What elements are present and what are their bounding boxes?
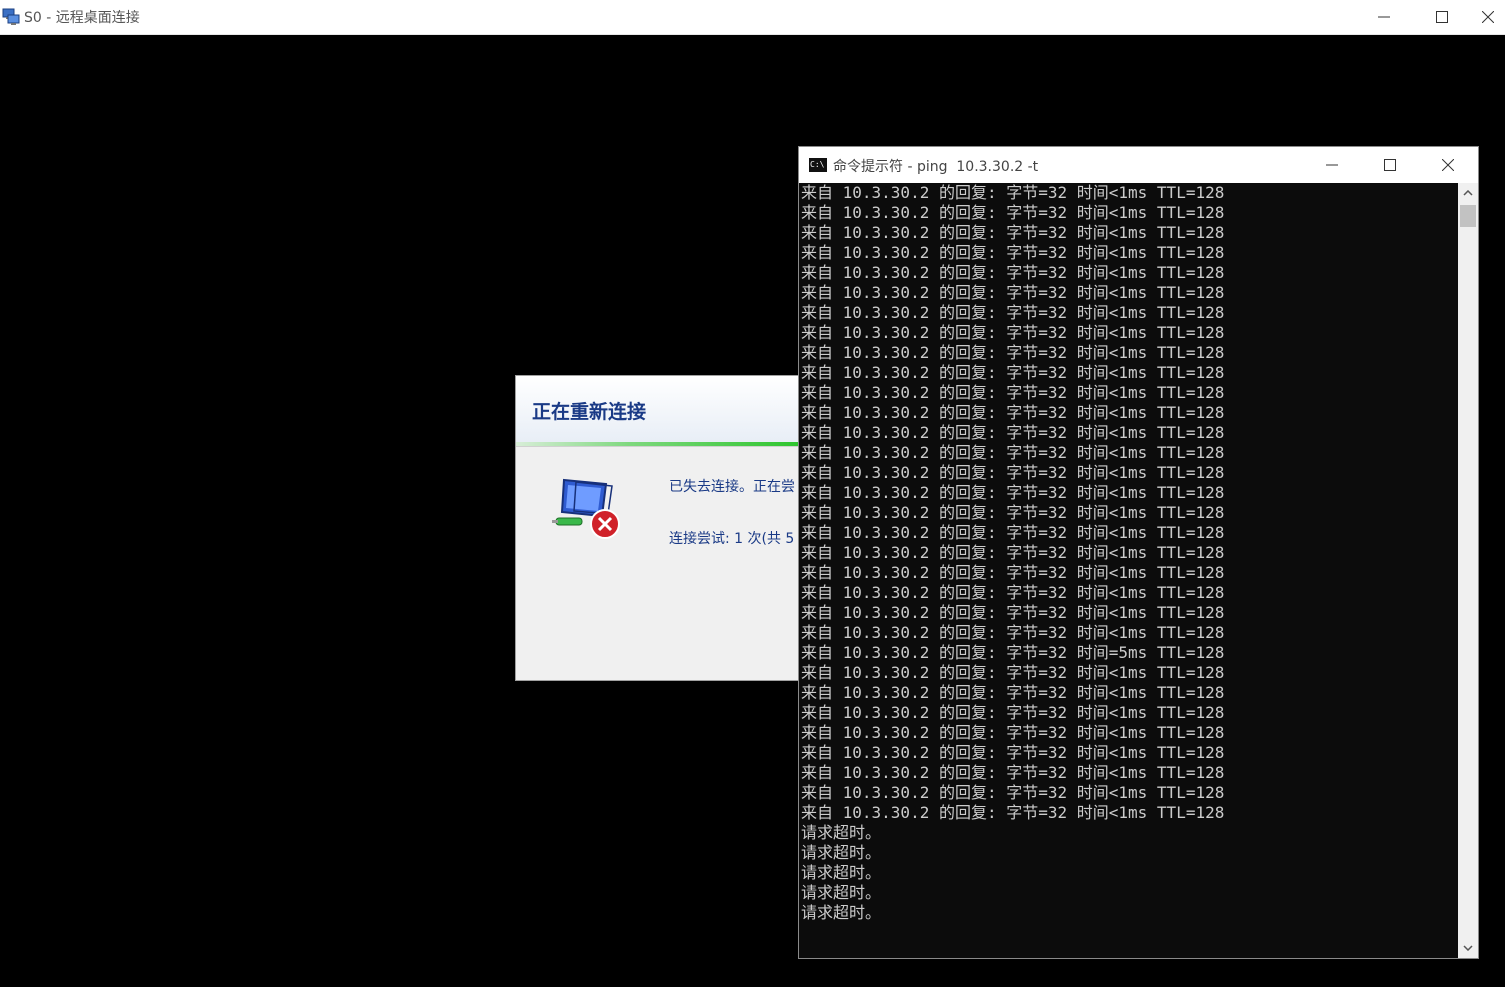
console-line: 来自 10.3.30.2 的回复: 字节=32 时间<1ms TTL=128: [801, 363, 1225, 382]
chevron-up-icon: [1463, 190, 1473, 196]
console-line: 来自 10.3.30.2 的回复: 字节=32 时间<1ms TTL=128: [801, 443, 1225, 462]
maximize-button[interactable]: [1413, 0, 1471, 34]
reconnect-dialog: 正在重新连接 已失去连接。正在尝 连接尝试: 1 次(共 5: [515, 375, 799, 681]
cmd-window: C:\ 命令提示符 - ping 10.3.30.2 -t 来自 10.3.30…: [798, 146, 1479, 959]
scroll-up-button[interactable]: [1458, 183, 1478, 203]
console-line: 来自 10.3.30.2 的回复: 字节=32 时间<1ms TTL=128: [801, 743, 1225, 762]
cmd-window-title: 命令提示符 - ping 10.3.30.2 -t: [833, 159, 1039, 175]
console-line: 来自 10.3.30.2 的回复: 字节=32 时间<1ms TTL=128: [801, 523, 1225, 542]
cmd-titlebar[interactable]: C:\ 命令提示符 - ping 10.3.30.2 -t: [799, 147, 1478, 183]
console-line: 来自 10.3.30.2 的回复: 字节=32 时间<1ms TTL=128: [801, 183, 1225, 202]
dialog-header: 正在重新连接: [516, 376, 798, 442]
rdp-titlebar[interactable]: S0 - 远程桌面连接: [0, 0, 1505, 35]
maximize-icon: [1384, 159, 1396, 171]
cmd-minimize-button[interactable]: [1303, 147, 1361, 183]
scroll-down-button[interactable]: [1458, 938, 1478, 958]
console-line: 来自 10.3.30.2 的回复: 字节=32 时间<1ms TTL=128: [801, 203, 1225, 222]
console-line: 来自 10.3.30.2 的回复: 字节=32 时间<1ms TTL=128: [801, 303, 1225, 322]
console-line: 来自 10.3.30.2 的回复: 字节=32 时间<1ms TTL=128: [801, 463, 1225, 482]
remote-desktop-icon: [2, 7, 20, 25]
console-line: 来自 10.3.30.2 的回复: 字节=32 时间<1ms TTL=128: [801, 663, 1225, 682]
console-line: 来自 10.3.30.2 的回复: 字节=32 时间<1ms TTL=128: [801, 683, 1225, 702]
rdp-window-title: S0 - 远程桌面连接: [24, 10, 140, 26]
console-line: 请求超时。: [801, 863, 882, 882]
close-icon: [1442, 159, 1454, 171]
console-line: 来自 10.3.30.2 的回复: 字节=32 时间<1ms TTL=128: [801, 543, 1225, 562]
console-line: 来自 10.3.30.2 的回复: 字节=32 时间<1ms TTL=128: [801, 243, 1225, 262]
cmd-icon: C:\: [809, 158, 827, 172]
console-line: 请求超时。: [801, 883, 882, 902]
console-line: 来自 10.3.30.2 的回复: 字节=32 时间<1ms TTL=128: [801, 263, 1225, 282]
console-line: 来自 10.3.30.2 的回复: 字节=32 时间<1ms TTL=128: [801, 483, 1225, 502]
console-line: 来自 10.3.30.2 的回复: 字节=32 时间<1ms TTL=128: [801, 723, 1225, 742]
minimize-icon: [1378, 16, 1390, 18]
console-line: 来自 10.3.30.2 的回复: 字节=32 时间<1ms TTL=128: [801, 623, 1225, 642]
minimize-icon: [1326, 164, 1338, 166]
console-line: 请求超时。: [801, 903, 882, 922]
scroll-thumb[interactable]: [1460, 205, 1476, 227]
console-line: 来自 10.3.30.2 的回复: 字节=32 时间<1ms TTL=128: [801, 283, 1225, 302]
cmd-close-button[interactable]: [1419, 147, 1477, 183]
dialog-message: 已失去连接。正在尝: [669, 479, 795, 495]
console-line: 来自 10.3.30.2 的回复: 字节=32 时间<1ms TTL=128: [801, 583, 1225, 602]
close-icon: [1482, 11, 1494, 23]
dialog-title: 正在重新连接: [532, 401, 647, 423]
console-output[interactable]: 来自 10.3.30.2 的回复: 字节=32 时间<1ms TTL=128 来自…: [801, 183, 1456, 958]
console-line: 来自 10.3.30.2 的回复: 字节=32 时间<1ms TTL=128: [801, 763, 1225, 782]
attempt-count: 连接尝试: 1 次(共 5: [669, 531, 795, 547]
chevron-down-icon: [1463, 945, 1473, 951]
vertical-scrollbar[interactable]: [1458, 183, 1478, 958]
minimize-button[interactable]: [1355, 0, 1413, 34]
console-line: 来自 10.3.30.2 的回复: 字节=32 时间<1ms TTL=128: [801, 343, 1225, 362]
console-line: 来自 10.3.30.2 的回复: 字节=32 时间<1ms TTL=128: [801, 423, 1225, 442]
divider: [516, 446, 798, 447]
maximize-icon: [1436, 11, 1448, 23]
console-line: 请求超时。: [801, 843, 882, 862]
console-line: 来自 10.3.30.2 的回复: 字节=32 时间<1ms TTL=128: [801, 223, 1225, 242]
console-line: 来自 10.3.30.2 的回复: 字节=32 时间<1ms TTL=128: [801, 783, 1225, 802]
console-line: 来自 10.3.30.2 的回复: 字节=32 时间<1ms TTL=128: [801, 383, 1225, 402]
console-line: 来自 10.3.30.2 的回复: 字节=32 时间<1ms TTL=128: [801, 323, 1225, 342]
console-line: 来自 10.3.30.2 的回复: 字节=32 时间=5ms TTL=128: [801, 643, 1225, 662]
close-button[interactable]: [1471, 0, 1505, 34]
cmd-maximize-button[interactable]: [1361, 147, 1419, 183]
console-line: 来自 10.3.30.2 的回复: 字节=32 时间<1ms TTL=128: [801, 503, 1225, 522]
console-line: 来自 10.3.30.2 的回复: 字节=32 时间<1ms TTL=128: [801, 703, 1225, 722]
network-disconnected-icon: [550, 476, 626, 546]
console-line: 来自 10.3.30.2 的回复: 字节=32 时间<1ms TTL=128: [801, 603, 1225, 622]
console-line: 来自 10.3.30.2 的回复: 字节=32 时间<1ms TTL=128: [801, 803, 1225, 822]
console-line: 请求超时。: [801, 823, 882, 842]
console-line: 来自 10.3.30.2 的回复: 字节=32 时间<1ms TTL=128: [801, 563, 1225, 582]
console-line: 来自 10.3.30.2 的回复: 字节=32 时间<1ms TTL=128: [801, 403, 1225, 422]
